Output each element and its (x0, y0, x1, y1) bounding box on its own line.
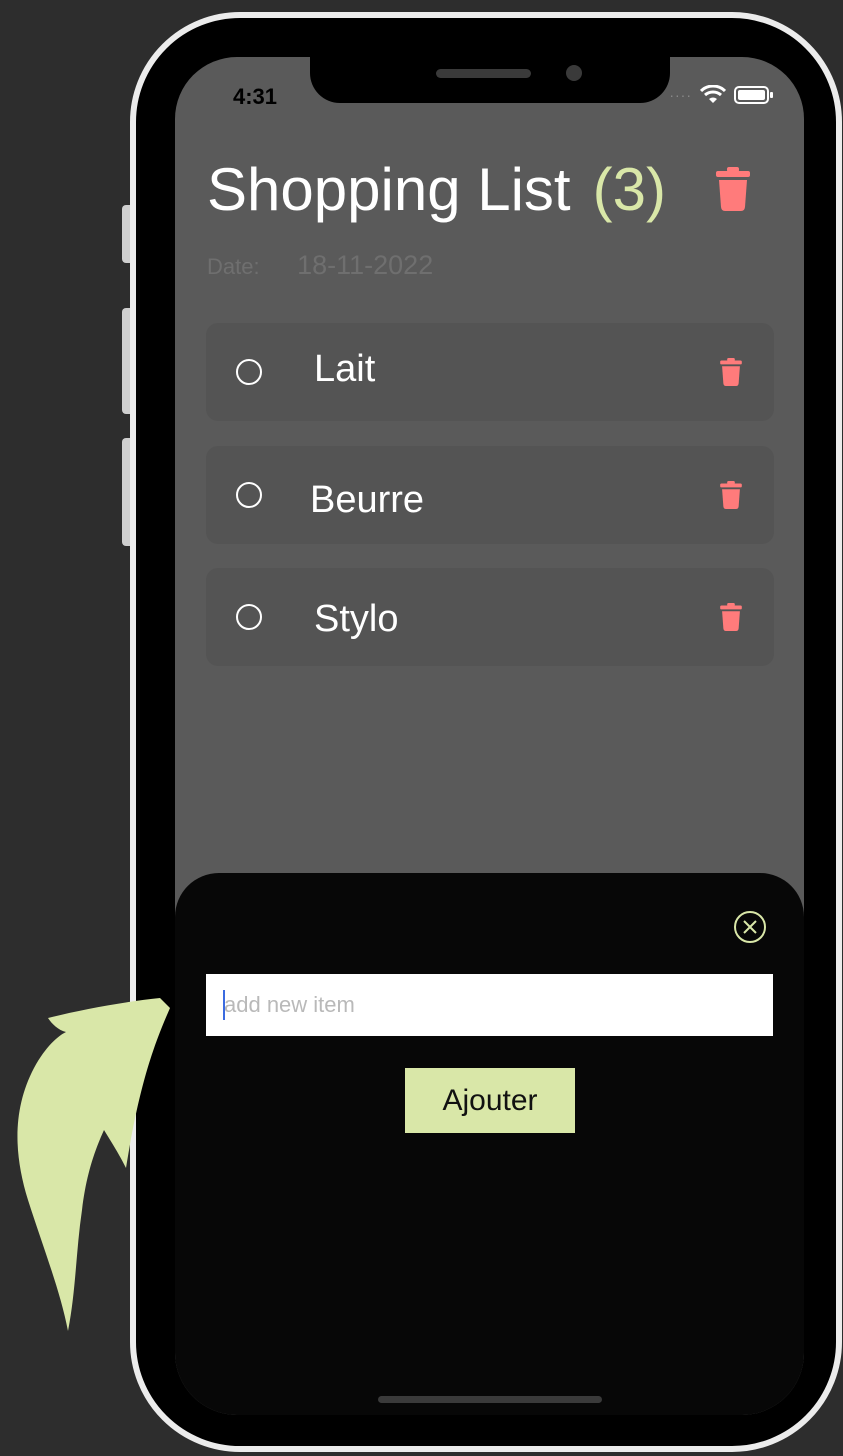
title-text: Shopping List (207, 156, 571, 223)
phone-screen: 4:31 ···· Shopping List (3) Date: 18-11-… (175, 57, 804, 1415)
add-item-button[interactable]: Ajouter (405, 1068, 575, 1133)
speaker (436, 69, 531, 78)
close-sheet-button[interactable] (733, 910, 767, 949)
status-icons: ···· (669, 85, 774, 105)
delete-item-button[interactable] (720, 603, 742, 636)
battery-icon (734, 86, 773, 104)
home-indicator (378, 1396, 602, 1403)
trash-icon (716, 167, 750, 211)
status-time: 4:31 (233, 84, 278, 109)
trash-icon (720, 481, 742, 509)
new-item-input[interactable] (206, 974, 773, 1036)
wifi-icon (700, 85, 726, 103)
trash-icon (720, 603, 742, 631)
curved-arrow-icon (17, 998, 171, 1331)
front-camera (566, 65, 582, 81)
delete-item-button[interactable] (720, 481, 742, 514)
page-title: Shopping List (3) (207, 155, 666, 224)
radio-circle-icon[interactable] (236, 482, 262, 508)
delete-all-button[interactable] (716, 167, 750, 216)
date-label: Date: (207, 254, 260, 279)
list-item[interactable]: Beurre (206, 446, 774, 544)
list-item[interactable]: Lait (206, 323, 774, 421)
item-count: (3) (592, 156, 666, 223)
radio-circle-icon[interactable] (236, 604, 262, 630)
signal-dots-icon: ···· (669, 87, 692, 103)
item-label: Stylo (314, 598, 399, 640)
list-item[interactable]: Stylo (206, 568, 774, 666)
item-label: Lait (314, 348, 376, 390)
delete-item-button[interactable] (720, 358, 742, 391)
text-caret (223, 990, 225, 1020)
date-value: 18-11-2022 (297, 250, 434, 280)
notch (310, 57, 670, 103)
trash-icon (720, 358, 742, 386)
date-row: Date: 18-11-2022 (207, 250, 433, 281)
item-label: Beurre (310, 479, 425, 521)
close-circle-icon (734, 911, 766, 943)
radio-circle-icon[interactable] (236, 359, 262, 385)
add-item-sheet: Ajouter (175, 873, 804, 1415)
